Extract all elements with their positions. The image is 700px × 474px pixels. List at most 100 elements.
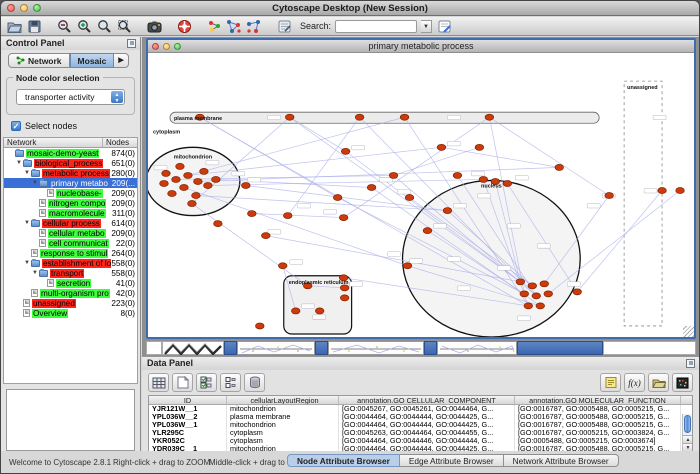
birds-eye-view[interactable]: [6, 389, 135, 451]
column-header[interactable]: ID: [149, 396, 227, 404]
attribute-editor-icon[interactable]: [436, 18, 452, 34]
layout-a-icon[interactable]: [226, 18, 242, 34]
network-window[interactable]: primary metabolic process plasma membran…: [146, 38, 696, 339]
new-attribute-icon[interactable]: [172, 373, 193, 392]
attribute-matrix-icon[interactable]: [672, 373, 693, 392]
zoom-window-icon[interactable]: [33, 4, 41, 12]
node-color-dropdown[interactable]: transporter activity ▲▼: [16, 89, 125, 105]
disclosure-triangle-icon[interactable]: ▼: [23, 260, 31, 266]
help-icon[interactable]: [176, 18, 192, 34]
tree-row[interactable]: secretion41(0): [4, 278, 137, 288]
tab-node-attribute-browser[interactable]: Node Attribute Browser: [287, 454, 400, 467]
tree-row[interactable]: ▼metabolic process280(0): [4, 168, 137, 178]
minimized-window[interactable]: [237, 341, 315, 355]
tree-row[interactable]: ▼biological_process651(0): [4, 158, 137, 168]
tree-row[interactable]: macromolecule311(0): [4, 208, 137, 218]
table-row[interactable]: YKR052Ccytoplasm[GO:0044464, GO:0044446,…: [149, 437, 692, 445]
scroll-up-icon[interactable]: ▲: [683, 435, 692, 443]
disclosure-triangle-icon[interactable]: ▼: [23, 170, 31, 176]
table-row[interactable]: YLR295Ccytoplasm[GO:0045263, GO:0044464,…: [149, 429, 692, 437]
tree-header-network[interactable]: Network: [4, 138, 103, 147]
attribute-table-icon[interactable]: [148, 373, 169, 392]
table-row[interactable]: YPL036W__1mitochondrion[GO:0044464, GO:0…: [149, 421, 692, 429]
tree-row[interactable]: unassigned223(0): [4, 298, 137, 308]
node-label-box: [290, 260, 303, 265]
table-row[interactable]: YJR121W__1mitochondrion[GO:0045267, GO:0…: [149, 405, 692, 413]
vizmapper-icon[interactable]: [206, 18, 222, 34]
node-label-box: [567, 282, 580, 287]
minimized-window-icon[interactable]: [315, 341, 328, 355]
layout-b-icon[interactable]: [246, 18, 262, 34]
formula-builder-icon[interactable]: f(x): [624, 373, 645, 392]
network-node: [341, 148, 350, 154]
tree-row[interactable]: ▼cellular process614(0): [4, 218, 137, 228]
save-icon[interactable]: [26, 18, 42, 34]
search-dropdown-icon[interactable]: ▼: [421, 20, 432, 33]
annotation-icon[interactable]: [276, 18, 292, 34]
float-panel-icon[interactable]: [127, 39, 136, 48]
minimized-view-thumbnail[interactable]: [162, 341, 224, 355]
window-controls[interactable]: [7, 4, 41, 12]
minimize-icon[interactable]: [20, 4, 28, 12]
column-header[interactable]: _cellularLayoutRegion: [227, 396, 339, 404]
tab-network-attribute-browser[interactable]: Network Attribute Browser: [504, 454, 619, 467]
disclosure-triangle-icon[interactable]: ▼: [31, 180, 39, 186]
column-header[interactable]: annotation.GO MOLECULAR_FUNCTION: [515, 396, 681, 404]
network-window-titlebar[interactable]: primary metabolic process: [148, 40, 694, 53]
select-nodes-checkbox[interactable]: ✓: [11, 121, 21, 131]
zoom-fit-icon[interactable]: [116, 18, 132, 34]
tree-row[interactable]: ▼primary metabo209(...: [4, 178, 137, 188]
scroll-down-icon[interactable]: ▼: [683, 443, 692, 451]
tab-edge-attribute-browser[interactable]: Edge Attribute Browser: [400, 454, 504, 467]
desktop-pane: primary metabolic process plasma membran…: [142, 37, 699, 356]
tree-row[interactable]: cellular metabo209(0): [4, 228, 137, 238]
tree-row[interactable]: ▼establishment of lo558(0): [4, 258, 137, 268]
disclosure-triangle-icon[interactable]: ▼: [23, 220, 31, 226]
network-canvas-wrap[interactable]: plasma membranecytoplasmmitochondrionnuc…: [148, 53, 694, 337]
minimized-window-titlebar[interactable]: [517, 341, 603, 355]
tree-row[interactable]: mosaic-demo-yeast874(0): [4, 148, 137, 158]
zoom-in-icon[interactable]: [76, 18, 92, 34]
column-header[interactable]: annotation.GO CELLULAR_COMPONENT: [339, 396, 515, 404]
close-icon[interactable]: [7, 4, 15, 12]
network-node: [200, 168, 209, 174]
network-node: [188, 201, 197, 207]
network-window-controls[interactable]: [152, 43, 181, 50]
unselect-attributes-icon[interactable]: [220, 373, 241, 392]
scrollbar-thumb[interactable]: [684, 415, 691, 433]
open-attribute-file-icon[interactable]: [648, 373, 669, 392]
minimize-icon[interactable]: [163, 43, 170, 50]
tree-row[interactable]: Overview8(0): [4, 308, 137, 318]
tab-mosaic[interactable]: Mosaic: [70, 53, 115, 68]
disclosure-triangle-icon[interactable]: ▼: [31, 270, 39, 276]
minimized-window[interactable]: [328, 341, 424, 355]
disclosure-triangle-icon[interactable]: ▼: [15, 160, 23, 166]
tree-row[interactable]: cell communicat22(0): [4, 238, 137, 248]
close-icon[interactable]: [152, 43, 159, 50]
open-icon[interactable]: [6, 18, 22, 34]
minimized-window-icon[interactable]: [224, 341, 237, 355]
tree-row[interactable]: multi-organism pro42(0): [4, 288, 137, 298]
search-input[interactable]: [335, 20, 417, 33]
snapshot-icon[interactable]: [146, 18, 162, 34]
import-attributes-icon[interactable]: [600, 373, 621, 392]
zoom-out-icon[interactable]: [56, 18, 72, 34]
zoom-window-icon[interactable]: [174, 43, 181, 50]
tree-header-nodes[interactable]: Nodes: [103, 138, 137, 147]
tab-network[interactable]: Network: [8, 53, 70, 68]
zoom-selected-icon[interactable]: [96, 18, 112, 34]
minimized-window[interactable]: [437, 341, 517, 355]
float-panel-icon[interactable]: [686, 359, 695, 368]
table-row[interactable]: YPL036W__2plasma membrane[GO:0044464, GO…: [149, 413, 692, 421]
resize-grip-icon[interactable]: [683, 326, 694, 337]
tree-row[interactable]: nitrogen compo209(0): [4, 198, 137, 208]
minimized-window-icon[interactable]: [424, 341, 437, 355]
tree-row[interactable]: response to stimul264(0): [4, 248, 137, 258]
vertical-scrollbar[interactable]: ▲ ▼: [682, 414, 692, 451]
network-canvas[interactable]: plasma membranecytoplasmmitochondrionnuc…: [148, 53, 694, 337]
delete-attribute-icon[interactable]: [244, 373, 265, 392]
select-attributes-icon[interactable]: [196, 373, 217, 392]
tree-row[interactable]: ▼transport558(0): [4, 268, 137, 278]
tab-overflow-arrow-icon[interactable]: ▶: [114, 53, 128, 68]
tree-row[interactable]: nucleobase-209(0): [4, 188, 137, 198]
